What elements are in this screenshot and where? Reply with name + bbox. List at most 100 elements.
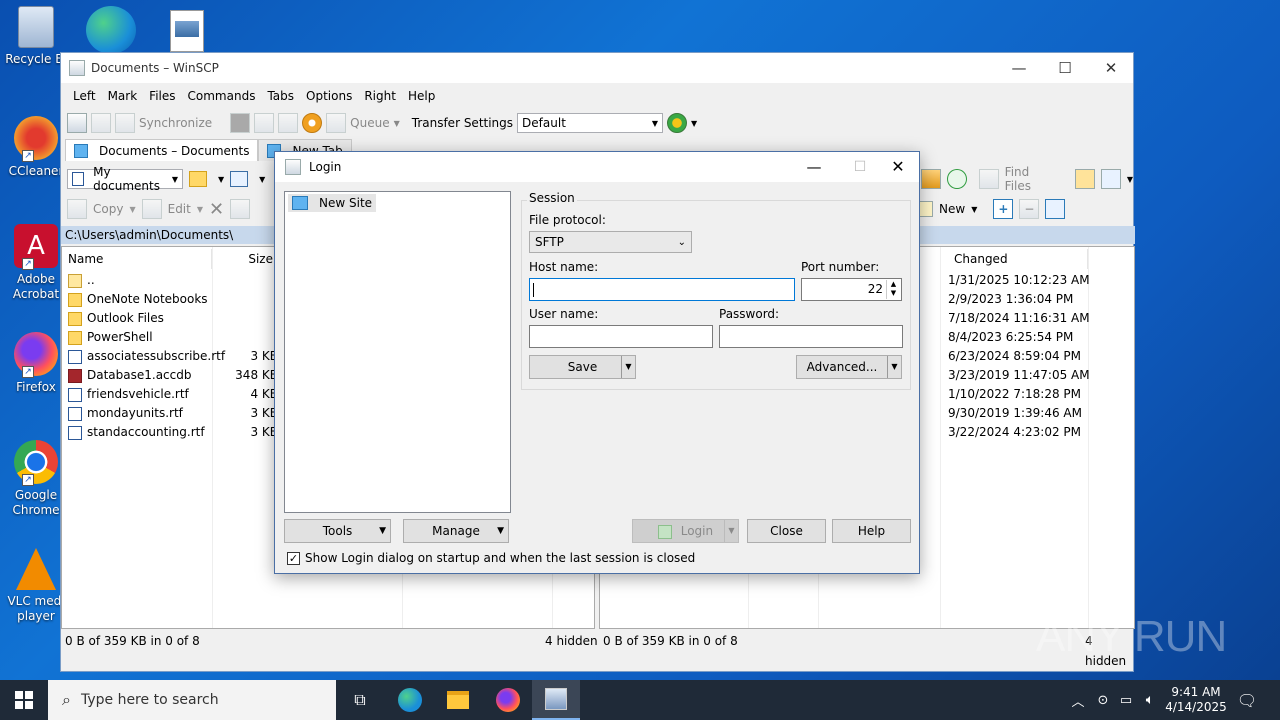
- host-name-input[interactable]: [529, 278, 795, 301]
- people-icon[interactable]: ⊙: [1094, 680, 1112, 720]
- file-changed[interactable]: 3/22/2024 4:23:02 PM: [948, 423, 1081, 442]
- taskbar-edge[interactable]: [386, 680, 434, 720]
- menu-right[interactable]: Right: [358, 89, 402, 103]
- user-name-input[interactable]: [529, 325, 713, 348]
- advanced-button[interactable]: Advanced... ▼: [796, 355, 902, 379]
- file-row[interactable]: mondayunits.rtf 3 KB: [68, 404, 278, 423]
- file-row[interactable]: PowerShell: [68, 328, 278, 347]
- file-changed[interactable]: 1/10/2022 7:18:28 PM: [948, 385, 1081, 404]
- file-row[interactable]: Database1.accdb 348 KB: [68, 366, 278, 385]
- remove-icon[interactable]: −: [1019, 199, 1040, 219]
- maximize-button[interactable]: ☐: [1042, 53, 1088, 83]
- save-button[interactable]: Save ▼: [529, 355, 636, 379]
- file-changed[interactable]: 2/9/2023 1:36:04 PM: [948, 290, 1073, 309]
- file-changed[interactable]: 6/23/2024 8:59:04 PM: [948, 347, 1081, 366]
- column-changed[interactable]: Changed: [948, 249, 1088, 269]
- network-icon[interactable]: ▭: [1116, 680, 1136, 720]
- file-row[interactable]: OneNote Notebooks: [68, 290, 278, 309]
- transfer-settings-select[interactable]: Default ▼: [517, 113, 664, 133]
- site-tree[interactable]: New Site: [284, 191, 511, 513]
- file-row[interactable]: friendsvehicle.rtf 4 KB: [68, 385, 278, 404]
- desktop-icon-vlc[interactable]: VLC medi player: [4, 548, 68, 624]
- file-row[interactable]: standaccounting.rtf 3 KB: [68, 423, 278, 442]
- open-folder-icon[interactable]: [189, 171, 207, 187]
- preferences-gear-icon[interactable]: [302, 113, 323, 133]
- synchronize-button[interactable]: Synchronize: [139, 116, 212, 130]
- copy-button[interactable]: Copy: [93, 202, 123, 216]
- tab-documents[interactable]: Documents – Documents: [65, 139, 259, 161]
- column-name[interactable]: Name: [62, 249, 212, 269]
- notifications-icon[interactable]: 🗨︎: [1234, 680, 1260, 720]
- help-button[interactable]: Help: [832, 519, 911, 543]
- desktop-icon-adobe-acrobat[interactable]: A ↗ Adobe Acrobat: [4, 224, 68, 302]
- password-input[interactable]: [719, 325, 903, 348]
- menu-mark[interactable]: Mark: [102, 89, 144, 103]
- taskbar-firefox[interactable]: [484, 680, 532, 720]
- chevron-down-icon[interactable]: ▼: [887, 356, 901, 378]
- refresh-icon[interactable]: [946, 169, 967, 189]
- sync-browse-icon[interactable]: [667, 113, 688, 133]
- column-size[interactable]: Size: [212, 249, 276, 269]
- file-row[interactable]: ..: [68, 271, 278, 290]
- login-button[interactable]: Login ▼: [632, 519, 739, 543]
- keep-up-to-date-icon[interactable]: [91, 113, 111, 133]
- start-button[interactable]: [0, 680, 48, 720]
- filter-icon[interactable]: [230, 171, 249, 187]
- menu-tabs[interactable]: Tabs: [261, 89, 300, 103]
- close-window-button[interactable]: ✕: [1088, 53, 1134, 83]
- minimize-button[interactable]: —: [791, 152, 837, 182]
- tree-view-icon[interactable]: [1075, 169, 1095, 189]
- filter-select-icon[interactable]: [1045, 199, 1066, 219]
- file-changed[interactable]: 7/18/2024 11:16:31 AM: [948, 309, 1090, 328]
- clock[interactable]: 9:41 AM 4/14/2025: [1165, 680, 1227, 720]
- edit-button[interactable]: Edit: [168, 202, 191, 216]
- queue-button[interactable]: Queue: [350, 116, 389, 130]
- rename-icon[interactable]: [230, 199, 251, 219]
- delete-icon[interactable]: ✕: [209, 199, 224, 220]
- menu-commands[interactable]: Commands: [182, 89, 262, 103]
- site-item-new-site[interactable]: New Site: [288, 194, 377, 212]
- task-view-icon[interactable]: ⧉: [336, 680, 384, 720]
- document-desktop-icon[interactable]: [170, 10, 204, 52]
- startup-checkbox[interactable]: ✓: [287, 551, 300, 565]
- file-changed[interactable]: 1/31/2025 10:12:23 AM: [948, 271, 1090, 290]
- menu-left[interactable]: Left: [67, 89, 102, 103]
- menu-options[interactable]: Options: [300, 89, 358, 103]
- refresh-queue-icon[interactable]: [278, 113, 299, 133]
- port-number-input[interactable]: 22 ▲ ▼: [801, 278, 902, 301]
- file-protocol-select[interactable]: SFTP ⌄: [529, 231, 692, 253]
- close-button[interactable]: Close: [747, 519, 826, 543]
- file-row[interactable]: associatessubscribe.rtf 3 KB: [68, 347, 278, 366]
- taskbar-file-explorer[interactable]: [434, 680, 482, 720]
- desktop-icon-firefox[interactable]: ↗ Firefox: [4, 332, 68, 395]
- close-dialog-button[interactable]: ✕: [875, 152, 921, 182]
- putty-icon[interactable]: [254, 113, 275, 133]
- left-path[interactable]: C:\Users\admin\Documents\: [65, 228, 233, 242]
- file-row[interactable]: Outlook Files: [68, 309, 278, 328]
- taskbar-search-box[interactable]: ⌕ Type here to search: [48, 680, 336, 720]
- view-mode-icon[interactable]: [1100, 169, 1121, 189]
- compare-directories-icon[interactable]: [67, 113, 87, 133]
- port-spinner[interactable]: ▲ ▼: [886, 280, 900, 299]
- console-icon[interactable]: [230, 113, 251, 133]
- tools-button[interactable]: Tools ▼: [284, 519, 391, 543]
- edge-desktop-icon[interactable]: [86, 6, 136, 54]
- desktop-icon-recycle-bin[interactable]: Recycle Bi: [4, 6, 68, 67]
- desktop-icon-google-chrome[interactable]: ↗ Google Chrome: [4, 440, 68, 518]
- manage-button[interactable]: Manage ▼: [403, 519, 509, 543]
- taskbar-winscp[interactable]: [532, 680, 580, 720]
- find-files-button[interactable]: Find Files: [1005, 165, 1059, 193]
- menu-files[interactable]: Files: [143, 89, 181, 103]
- home-icon[interactable]: [921, 169, 941, 189]
- show-hidden-icons-chevron-icon[interactable]: ︿: [1068, 680, 1088, 720]
- minimize-button[interactable]: —: [996, 53, 1042, 83]
- desktop-icon-ccleaner[interactable]: ↗ CCleaner: [4, 116, 68, 179]
- new-button[interactable]: New: [939, 202, 965, 216]
- volume-icon[interactable]: 🔈︎: [1140, 680, 1160, 720]
- location-select[interactable]: My documents ▼: [67, 165, 183, 193]
- file-changed[interactable]: 9/30/2019 1:39:46 AM: [948, 404, 1082, 423]
- chevron-down-icon[interactable]: ▼: [621, 356, 635, 378]
- file-changed[interactable]: 3/23/2019 11:47:05 AM: [948, 366, 1090, 385]
- menu-help[interactable]: Help: [402, 89, 441, 103]
- file-changed[interactable]: 8/4/2023 6:25:54 PM: [948, 328, 1073, 347]
